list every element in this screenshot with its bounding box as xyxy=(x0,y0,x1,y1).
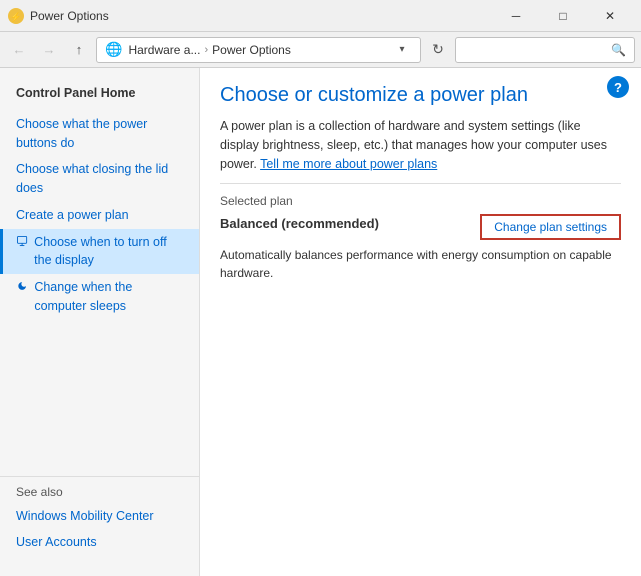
address-input[interactable]: 🌐 Hardware a... › Power Options ▾ xyxy=(96,37,421,63)
content-description: A power plan is a collection of hardware… xyxy=(220,117,621,173)
see-also-section: See also Windows Mobility Center User Ac… xyxy=(0,476,199,565)
plan-name: Balanced (recommended) xyxy=(220,216,379,231)
minimize-button[interactable]: ─ xyxy=(493,0,539,32)
app-icon: ⚡ xyxy=(8,8,24,24)
monitor-icon xyxy=(16,233,28,249)
content-area: ? Choose or customize a power plan A pow… xyxy=(200,68,641,576)
address-bar: ← → ↑ 🌐 Hardware a... › Power Options ▾ … xyxy=(0,32,641,68)
address-dropdown-btn[interactable]: ▾ xyxy=(392,44,412,55)
close-button[interactable]: ✕ xyxy=(587,0,633,32)
breadcrumb-part2: Power Options xyxy=(212,43,291,57)
page-title: Choose or customize a power plan xyxy=(220,84,621,107)
see-also-title: See also xyxy=(16,485,183,499)
sidebar-label-create-plan: Create a power plan xyxy=(16,206,129,225)
breadcrumb-sep: › xyxy=(204,44,208,56)
window-title: Power Options xyxy=(30,9,493,23)
forward-button[interactable]: → xyxy=(36,37,62,63)
sidebar-label-mobility-center: Windows Mobility Center xyxy=(16,507,154,526)
sidebar-item-turn-off-display[interactable]: Choose when to turn off the display xyxy=(0,229,199,275)
plan-description: Automatically balances performance with … xyxy=(220,246,621,282)
learn-more-link[interactable]: Tell me more about power plans xyxy=(260,157,437,171)
title-bar: ⚡ Power Options ─ □ ✕ xyxy=(0,0,641,32)
sidebar-label-user-accounts: User Accounts xyxy=(16,533,97,552)
sidebar-label-turn-off-display: Choose when to turn off the display xyxy=(34,233,183,271)
moon-icon xyxy=(16,278,28,294)
sidebar-label-closing-lid: Choose what closing the lid does xyxy=(16,160,183,198)
sidebar: Control Panel Home Choose what the power… xyxy=(0,68,200,576)
back-button[interactable]: ← xyxy=(6,37,32,63)
globe-icon: 🌐 xyxy=(105,41,122,58)
sidebar-item-computer-sleeps[interactable]: Change when the computer sleeps xyxy=(0,274,199,320)
sidebar-item-mobility-center[interactable]: Windows Mobility Center xyxy=(16,503,183,530)
breadcrumb-part1: Hardware a... xyxy=(128,43,200,57)
breadcrumb: Hardware a... › Power Options xyxy=(128,43,386,57)
sidebar-home[interactable]: Control Panel Home xyxy=(0,80,199,107)
sidebar-item-user-accounts[interactable]: User Accounts xyxy=(16,529,183,556)
sidebar-label-power-buttons: Choose what the power buttons do xyxy=(16,115,183,153)
maximize-button[interactable]: □ xyxy=(540,0,586,32)
help-button[interactable]: ? xyxy=(607,76,629,98)
window-controls: ─ □ ✕ xyxy=(493,0,633,32)
refresh-button[interactable]: ↻ xyxy=(425,37,451,63)
up-button[interactable]: ↑ xyxy=(66,37,92,63)
divider xyxy=(220,183,621,184)
sidebar-item-create-plan[interactable]: Create a power plan xyxy=(0,202,199,229)
sidebar-item-closing-lid[interactable]: Choose what closing the lid does xyxy=(0,156,199,202)
plan-row: Balanced (recommended) Change plan setti… xyxy=(220,216,621,240)
change-plan-button[interactable]: Change plan settings xyxy=(480,214,621,240)
search-box[interactable]: 🔍 xyxy=(455,37,635,63)
sidebar-item-power-buttons[interactable]: Choose what the power buttons do xyxy=(0,111,199,157)
main-layout: Control Panel Home Choose what the power… xyxy=(0,68,641,576)
selected-plan-label: Selected plan xyxy=(220,194,621,208)
svg-text:⚡: ⚡ xyxy=(10,11,21,23)
sidebar-label-computer-sleeps: Change when the computer sleeps xyxy=(34,278,183,316)
search-icon: 🔍 xyxy=(611,43,626,57)
